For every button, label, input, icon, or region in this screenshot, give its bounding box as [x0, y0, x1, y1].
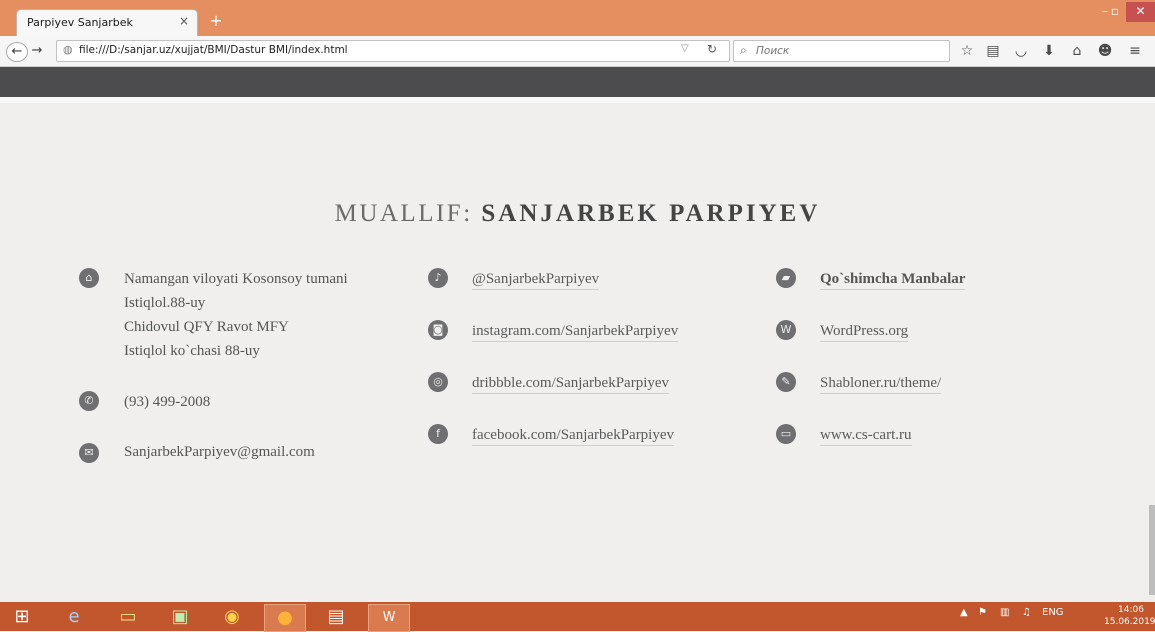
book-icon: ▰ [776, 268, 796, 288]
browser-tab[interactable]: Parpiyev Sanjarbek × [16, 9, 198, 37]
dribbble-icon: ◎ [428, 372, 448, 392]
clock-time[interactable]: 14:06 [1118, 605, 1144, 615]
close-window-button[interactable]: ✕ [1126, 2, 1155, 22]
navigation-bar: ← → ◍ file:///D:/sanjar.uz/xujjat/BMI/Da… [0, 36, 1155, 67]
shabloner-link[interactable]: Shabloner.ru/theme/ [820, 375, 942, 394]
url-text[interactable]: file:///D:/sanjar.uz/xujjat/BMI/Dastur B… [79, 44, 348, 56]
tab-title: Parpiyev Sanjarbek [27, 16, 133, 29]
page-header-band [0, 67, 1155, 97]
firefox-icon[interactable]: ● [264, 604, 306, 632]
chrome-icon[interactable]: ◉ [212, 604, 252, 630]
facebook-link[interactable]: facebook.com/SanjarbekParpiyev [472, 427, 675, 446]
search-icon: ⌕ [740, 43, 747, 57]
menu-icon[interactable]: ≡ [1126, 42, 1144, 60]
flag-icon[interactable]: ⚑ [978, 607, 987, 618]
internet-explorer-icon[interactable]: e [54, 604, 94, 630]
dribbble-link[interactable]: dribbble.com/SanjarbekParpiyev [472, 375, 670, 394]
home-icon[interactable]: ⌂ [1068, 42, 1086, 60]
credit-card-icon: ▭ [776, 424, 796, 444]
bookmarks-icon[interactable]: ▤ [984, 42, 1002, 60]
wordpress-link[interactable]: WordPress.org [820, 323, 909, 342]
pocket-icon[interactable]: ◡ [1012, 42, 1030, 60]
volume-icon[interactable]: ♫ [1022, 607, 1031, 618]
resources-title[interactable]: Qo`shimcha Manbalar [820, 271, 966, 290]
star-icon[interactable]: ☆ [958, 42, 976, 60]
maximize-button[interactable]: ▫ [1104, 2, 1126, 22]
phone-number: (93) 499-2008 [124, 394, 211, 410]
cscart-link[interactable]: www.cs-cart.ru [820, 427, 912, 446]
email-icon: ✉ [79, 443, 99, 463]
chat-icon[interactable]: ☻ [1096, 42, 1114, 60]
back-button[interactable]: ← [6, 42, 28, 62]
clock-date[interactable]: 15.06.2019 [1104, 617, 1155, 627]
reload-icon[interactable]: ↻ [707, 42, 717, 56]
windows-start-icon[interactable]: ⊞ [2, 604, 42, 630]
word-icon[interactable]: W [368, 604, 410, 632]
search-input[interactable] [754, 42, 943, 60]
store-icon[interactable]: ▣ [160, 604, 200, 630]
scrollbar-thumb[interactable] [1149, 505, 1155, 595]
file-explorer-icon[interactable]: ▭ [108, 604, 148, 630]
globe-icon: ◍ [63, 43, 73, 56]
address-line-3: Chidovul QFY Ravot MFY [124, 319, 289, 335]
page-title: MUALLIF: SANJARBEK PARPIYEV [0, 200, 1155, 228]
browser-title-bar: Parpiyev Sanjarbek × + – ▫ ✕ [0, 0, 1155, 37]
instagram-icon: ◙ [428, 320, 448, 340]
forward-button[interactable]: → [28, 42, 46, 60]
wordpress-icon: W [776, 320, 796, 340]
address-line-1: Namangan viloyati Kosonsoy tumani [124, 271, 348, 287]
search-bar[interactable]: ⌕ [733, 40, 950, 62]
twitter-icon: ♪ [428, 268, 448, 288]
address-line-4: Istiqlol ko`chasi 88-uy [124, 343, 260, 359]
instagram-link[interactable]: instagram.com/SanjarbekParpiyev [472, 323, 679, 342]
home-icon: ⌂ [79, 268, 99, 288]
network-icon[interactable]: ▥ [1000, 607, 1009, 618]
address-line-2: Istiqlol.88-uy [124, 295, 206, 311]
tab-close-icon[interactable]: × [179, 14, 189, 28]
new-tab-button[interactable]: + [204, 10, 228, 32]
email-address[interactable]: SanjarbekParpiyev@gmail.com [124, 444, 315, 461]
download-icon[interactable]: ⬇ [1040, 42, 1058, 60]
brush-icon: ✎ [776, 372, 796, 392]
page-title-label: MUALLIF: [334, 200, 482, 227]
phone-icon: ✆ [79, 391, 99, 411]
save-app-icon[interactable]: ▤ [316, 604, 356, 630]
address-bar[interactable]: ◍ file:///D:/sanjar.uz/xujjat/BMI/Dastur… [56, 40, 730, 62]
language-indicator[interactable]: ENG [1042, 607, 1064, 618]
tray-arrow-icon[interactable]: ▲ [960, 607, 968, 618]
twitter-link[interactable]: @SanjarbekParpiyev [472, 271, 600, 290]
page-title-author: SANJARBEK PARPIYEV [481, 200, 821, 227]
facebook-icon: f [428, 424, 448, 444]
history-dropdown-icon[interactable]: ▽ [681, 43, 689, 54]
